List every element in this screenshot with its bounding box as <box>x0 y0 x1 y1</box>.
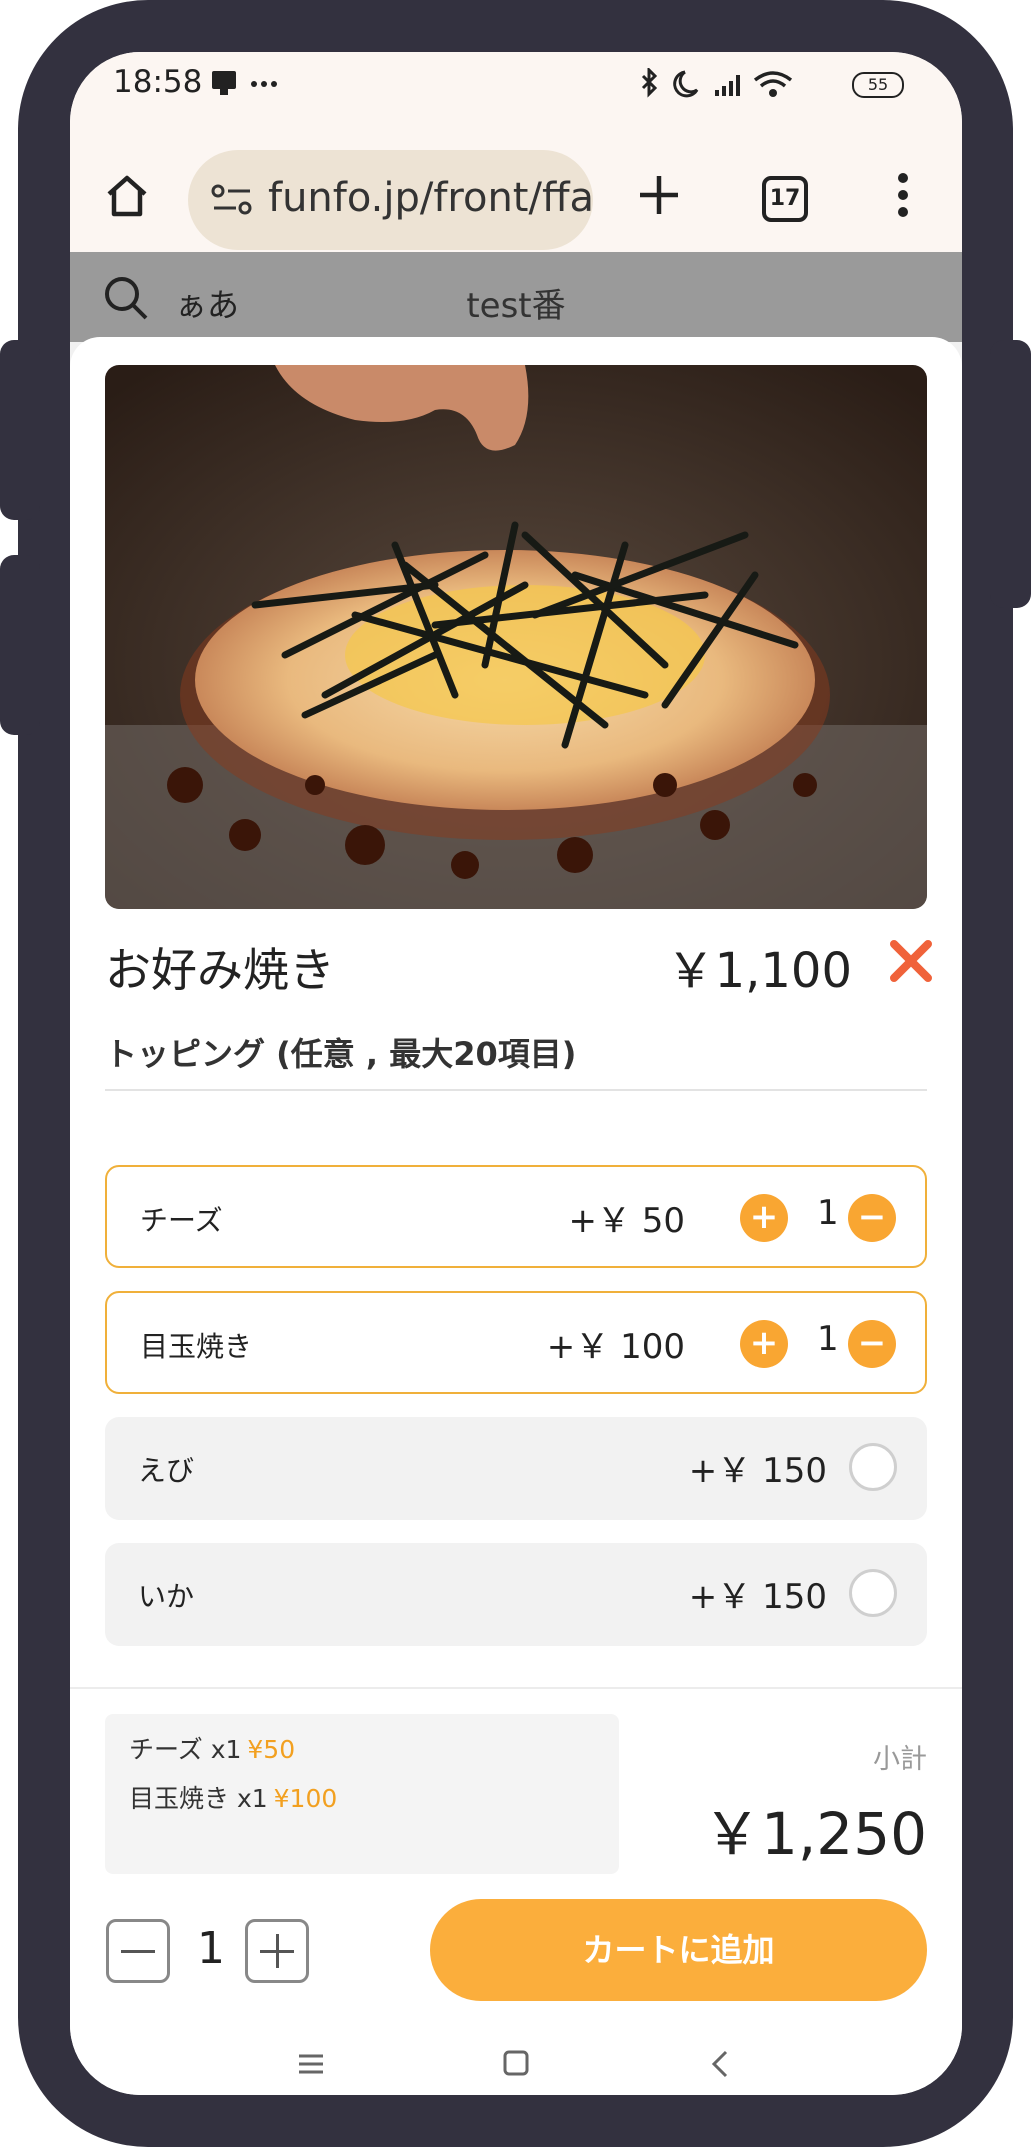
close-icon[interactable] <box>888 938 934 984</box>
topping-option-fried-egg[interactable]: 目玉焼き +￥ 100 + 1 − <box>105 1291 927 1394</box>
topping-price: +￥ 50 <box>568 1201 685 1241</box>
side-button-right <box>990 340 1031 608</box>
decrease-topping-button[interactable]: − <box>848 1194 896 1242</box>
topping-option-shrimp[interactable]: えび +￥ 150 <box>105 1417 927 1520</box>
topping-name: チーズ <box>140 1204 223 1237</box>
order-quantity: 1 <box>197 1923 225 1974</box>
quantity-increase-button[interactable] <box>245 1919 309 1983</box>
browser-toolbar: funfo.jp/front/ffap 17 <box>70 132 962 252</box>
back-icon[interactable] <box>710 2049 730 2083</box>
topping-name: いか <box>138 1580 195 1613</box>
site-info-icon[interactable] <box>210 182 254 222</box>
status-bar: 18:58 55 <box>70 52 962 132</box>
item-detail-modal: お好み焼き ￥1,100 トッピング (任意 , 最大20項目) チーズ +￥ … <box>70 337 962 2095</box>
decrease-topping-button[interactable]: − <box>848 1320 896 1368</box>
topping-price: +￥ 150 <box>688 1577 827 1617</box>
topping-name: えび <box>138 1454 195 1487</box>
increase-topping-button[interactable]: + <box>740 1194 788 1242</box>
power-button <box>0 555 40 735</box>
home-nav-icon[interactable] <box>503 2050 529 2080</box>
url-text: funfo.jp/front/ffap <box>268 175 593 221</box>
new-tab-icon[interactable] <box>636 172 682 222</box>
topping-quantity: 1 <box>817 1193 839 1233</box>
system-nav-bar <box>70 2037 962 2095</box>
tabs-count-button[interactable]: 17 <box>762 176 808 222</box>
address-bar[interactable]: funfo.jp/front/ffap <box>188 150 593 250</box>
topping-price: +￥ 100 <box>546 1327 685 1367</box>
increase-topping-button[interactable]: + <box>740 1320 788 1368</box>
item-name: お好み焼き <box>105 943 335 997</box>
summary-line-text: チーズ x1 <box>129 1735 242 1764</box>
selection-summary: チーズ x1 ¥50 目玉焼き x1 ¥100 <box>105 1714 619 1874</box>
page-header: ぁあ test番 <box>70 252 962 342</box>
topping-quantity: 1 <box>817 1319 839 1359</box>
status-time: 18:58 <box>113 64 203 100</box>
footer-divider <box>70 1687 962 1689</box>
more-menu-icon[interactable] <box>896 172 910 222</box>
item-price: ￥1,100 <box>666 943 852 999</box>
add-to-cart-button[interactable]: カートに追加 <box>430 1899 927 2001</box>
battery-icon: 55 <box>852 72 904 98</box>
summary-line: チーズ x1 ¥50 <box>129 1730 295 1766</box>
quantity-decrease-button[interactable] <box>106 1919 170 1983</box>
topping-price: +￥ 150 <box>688 1451 827 1491</box>
topping-radio[interactable] <box>849 1569 897 1617</box>
summary-line-price: ¥50 <box>247 1735 296 1764</box>
minus-icon <box>121 1950 155 1953</box>
item-photo <box>105 365 927 909</box>
status-icons <box>637 66 827 108</box>
phone-screen: 18:58 55 funfo.jp/front/ffap 17 ぁあ test番… <box>70 52 962 2095</box>
notification-icons <box>210 68 290 104</box>
section-divider <box>105 1089 927 1091</box>
topping-option-cheese[interactable]: チーズ +￥ 50 + 1 − <box>105 1165 927 1268</box>
shop-title: test番 <box>466 286 566 326</box>
home-icon[interactable] <box>103 172 151 224</box>
subtotal-value: ￥1,250 <box>702 1800 927 1868</box>
recent-apps-icon[interactable] <box>298 2053 324 2079</box>
summary-line-text: 目玉焼き x1 <box>129 1784 268 1813</box>
topping-name: 目玉焼き <box>140 1330 253 1363</box>
subtotal-label: 小計 <box>873 1744 927 1775</box>
summary-line-price: ¥100 <box>273 1784 338 1813</box>
topping-option-squid[interactable]: いか +￥ 150 <box>105 1543 927 1646</box>
topping-radio[interactable] <box>849 1443 897 1491</box>
summary-line: 目玉焼き x1 ¥100 <box>129 1779 337 1815</box>
plus-icon-vertical <box>276 1934 279 1968</box>
toppings-section-title: トッピング (任意 , 最大20項目) <box>105 1035 577 1073</box>
volume-button <box>0 340 40 520</box>
